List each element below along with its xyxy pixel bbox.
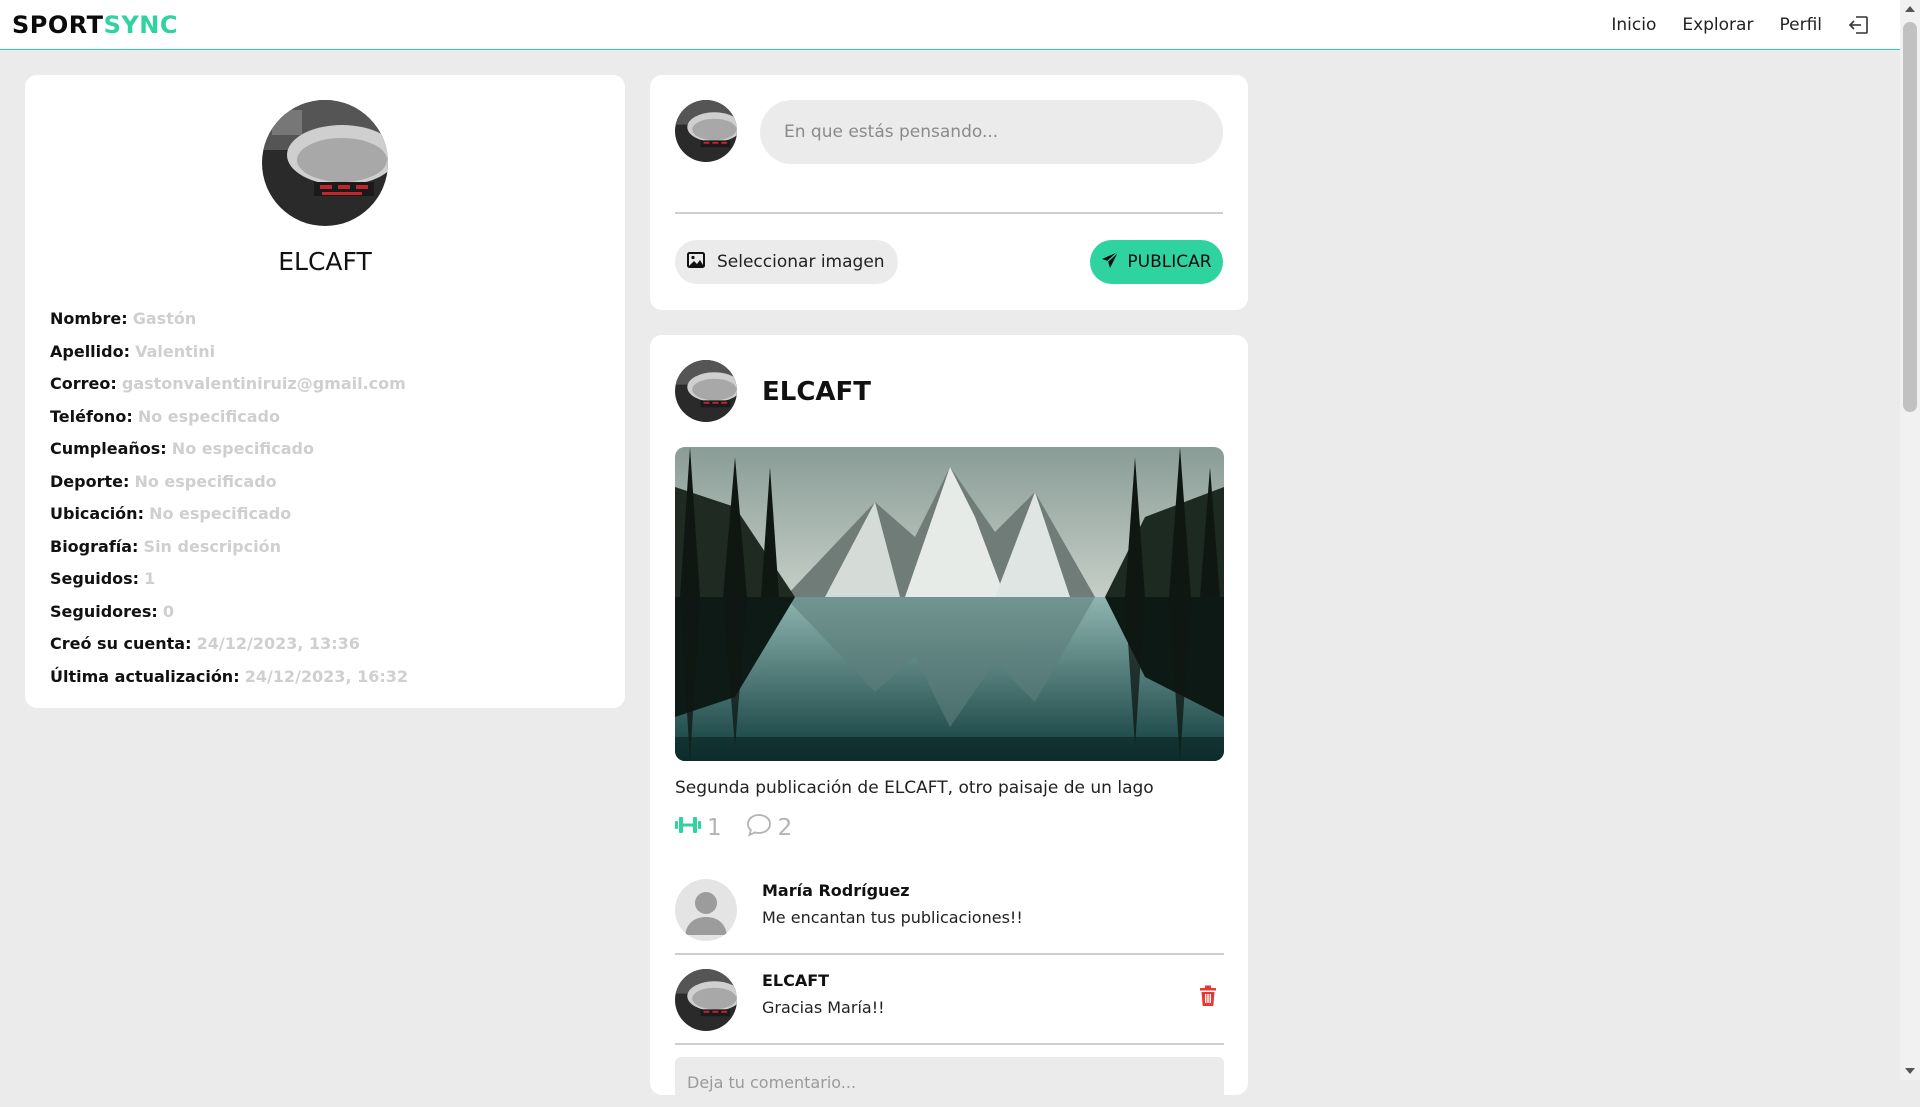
profile-field-email: Correo: gastonvalentiniruiz@gmail.com: [50, 368, 408, 401]
field-value: No especificado: [149, 504, 292, 523]
comment-count: 2: [777, 815, 793, 841]
field-value: 24/12/2023, 16:32: [244, 666, 409, 686]
field-label: Creó su cuenta:: [50, 634, 192, 653]
nav-menu: Inicio Explorar Perfil: [1611, 14, 1870, 36]
dumbbell-icon: [675, 815, 701, 841]
field-value: Gastón: [132, 309, 197, 328]
comment-count-button[interactable]: 2: [746, 813, 793, 843]
profile-field-following: Seguidos: 1: [50, 563, 408, 596]
field-value: 1: [144, 569, 156, 588]
profile-field-phone: Teléfono: No especificado: [50, 401, 408, 434]
field-label: Correo:: [50, 374, 117, 393]
profile-username: ELCAFT: [278, 247, 372, 276]
profile-field-created: Creó su cuenta: 24/12/2023, 13:36: [50, 628, 408, 661]
comment-text: Gracias María!!: [762, 998, 885, 1017]
field-value: Sin descripción: [143, 536, 282, 556]
post-card: ELCAFT Segunda publicación de ELCAFT, ot…: [650, 335, 1248, 1107]
field-label: Teléfono:: [50, 406, 133, 426]
field-value: No especificado: [171, 439, 314, 458]
field-value: 0: [162, 601, 175, 621]
logout-icon[interactable]: [1848, 14, 1870, 36]
field-value: No especificado: [137, 406, 280, 426]
scroll-up-icon[interactable]: [1905, 6, 1915, 12]
scrollbar-thumb[interactable]: [1903, 22, 1917, 412]
profile-field-name: Nombre: Gastón: [50, 303, 408, 336]
profile-avatar: [262, 100, 388, 226]
trash-icon[interactable]: [1198, 985, 1218, 1007]
profile-field-bio: Biografía: Sin descripción: [50, 531, 408, 564]
profile-field-updated: Última actualización: 24/12/2023, 16:32: [50, 661, 408, 694]
field-label: Deporte:: [50, 471, 130, 491]
scroll-down-icon[interactable]: [1905, 1068, 1915, 1074]
post-author-name[interactable]: ELCAFT: [762, 377, 871, 407]
profile-field-lastname: Apellido: Valentini: [50, 336, 408, 369]
user-avatar-placeholder[interactable]: [675, 879, 737, 941]
brand-logo-part1: SPORT: [12, 11, 104, 39]
image-icon: [687, 251, 705, 273]
profile-field-sport: Deporte: No especificado: [50, 466, 408, 499]
field-label: Cumpleaños:: [50, 439, 167, 458]
profile-card: ELCAFT Nombre: Gastón Apellido: Valentin…: [25, 75, 625, 708]
field-label: Biografía:: [50, 536, 139, 556]
profile-info-list: Nombre: Gastón Apellido: Valentini Corre…: [50, 303, 408, 693]
comment-author[interactable]: ELCAFT: [762, 971, 829, 990]
post-image: [675, 447, 1224, 761]
profile-field-followers: Seguidores: 0: [50, 596, 408, 629]
publish-button[interactable]: PUBLICAR: [1090, 240, 1223, 284]
like-count: 1: [707, 815, 722, 841]
post-caption: Segunda publicación de ELCAFT, otro pais…: [675, 778, 1154, 798]
profile-field-location: Ubicación: No especificado: [50, 498, 408, 531]
page-scrollbar[interactable]: [1900, 0, 1920, 1080]
post-author-avatar[interactable]: [675, 360, 737, 422]
field-value: 24/12/2023, 13:36: [196, 634, 360, 653]
comment-input[interactable]: [675, 1057, 1224, 1107]
field-label: Ubicación:: [50, 504, 144, 523]
field-value: gastonvalentiniruiz@gmail.com: [121, 374, 406, 393]
composer-avatar: [675, 100, 737, 162]
comment-icon: [746, 813, 772, 843]
post-stats: 1 2: [675, 813, 792, 843]
comment-author-avatar[interactable]: [675, 969, 737, 1031]
send-icon: [1101, 250, 1119, 274]
top-navbar: SPORTSYNC Inicio Explorar Perfil: [0, 0, 1900, 50]
select-image-label: Seleccionar imagen: [717, 252, 885, 272]
field-label: Seguidos:: [50, 569, 140, 588]
select-image-button[interactable]: Seleccionar imagen: [675, 240, 898, 284]
field-label: Última actualización:: [50, 666, 240, 686]
nav-explore-link[interactable]: Explorar: [1682, 15, 1753, 35]
comment-item: ELCAFT Gracias María!!: [675, 955, 1224, 1045]
composer-input[interactable]: [760, 100, 1223, 164]
post-composer: Seleccionar imagen PUBLICAR: [650, 75, 1248, 310]
comment-author[interactable]: María Rodríguez: [762, 881, 910, 900]
like-button[interactable]: 1: [675, 815, 722, 841]
brand-logo[interactable]: SPORTSYNC: [12, 11, 178, 39]
field-value: Valentini: [135, 341, 216, 361]
nav-profile-link[interactable]: Perfil: [1779, 15, 1822, 35]
comment-item: María Rodríguez Me encantan tus publicac…: [675, 865, 1224, 955]
brand-logo-part2: SYNC: [103, 11, 178, 39]
composer-divider: [675, 212, 1223, 214]
field-label: Seguidores:: [50, 601, 158, 621]
field-label: Nombre:: [50, 309, 128, 328]
publish-label: PUBLICAR: [1127, 252, 1212, 272]
comment-text: Me encantan tus publicaciones!!: [762, 908, 1023, 927]
field-value: No especificado: [134, 471, 277, 491]
nav-home-link[interactable]: Inicio: [1611, 15, 1656, 35]
field-label: Apellido:: [50, 341, 130, 361]
profile-field-birthday: Cumpleaños: No especificado: [50, 433, 408, 466]
